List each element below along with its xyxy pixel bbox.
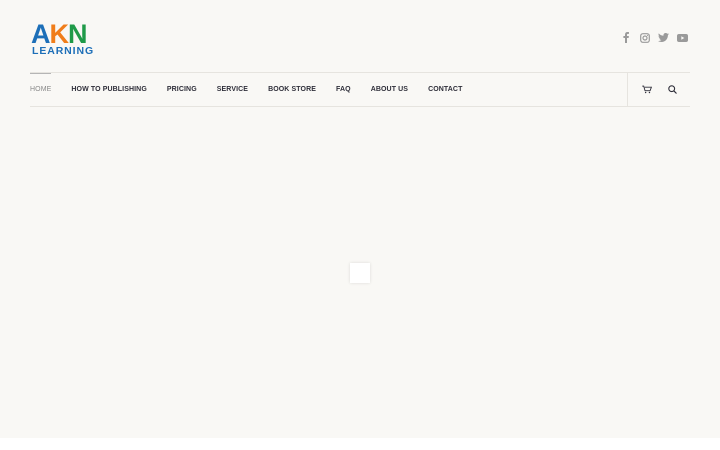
main-navigation: HOME HOW TO PUBLISHING PRICING SERVICE B… — [30, 72, 690, 107]
cart-icon[interactable] — [642, 85, 652, 95]
search-icon[interactable] — [667, 85, 677, 95]
nav-item-service[interactable]: SERVICE — [217, 86, 248, 93]
nav-item-how-to-publishing[interactable]: HOW TO PUBLISHING — [71, 86, 146, 93]
instagram-icon[interactable] — [639, 32, 650, 43]
nav-item-contact[interactable]: CONTACT — [428, 86, 462, 93]
facebook-icon[interactable] — [620, 32, 631, 43]
page-loader — [350, 263, 370, 283]
nav-item-faq[interactable]: FAQ — [336, 86, 351, 93]
site-logo[interactable]: AKN LEARNING — [31, 20, 117, 56]
social-links — [620, 32, 688, 43]
nav-item-about-us[interactable]: ABOUT US — [371, 86, 408, 93]
nav-actions — [642, 73, 677, 106]
nav-item-home[interactable]: HOME — [30, 73, 52, 93]
nav-item-pricing[interactable]: PRICING — [167, 86, 197, 93]
logo-subtext: LEARNING — [32, 45, 95, 57]
page-background: AKN LEARNING HOME HOW TO PUBLISHING PRIC… — [0, 0, 720, 438]
twitter-icon[interactable] — [658, 32, 669, 43]
youtube-icon[interactable] — [677, 32, 688, 43]
nav-divider — [627, 73, 628, 106]
logo-letter-a: A — [31, 19, 50, 49]
logo-letter-n: N — [68, 19, 87, 49]
logo-letter-k: K — [49, 19, 69, 49]
nav-item-book-store[interactable]: BOOK STORE — [268, 86, 316, 93]
nav-menu: HOME HOW TO PUBLISHING PRICING SERVICE B… — [30, 73, 482, 106]
logo-wordmark: AKN — [31, 20, 87, 48]
